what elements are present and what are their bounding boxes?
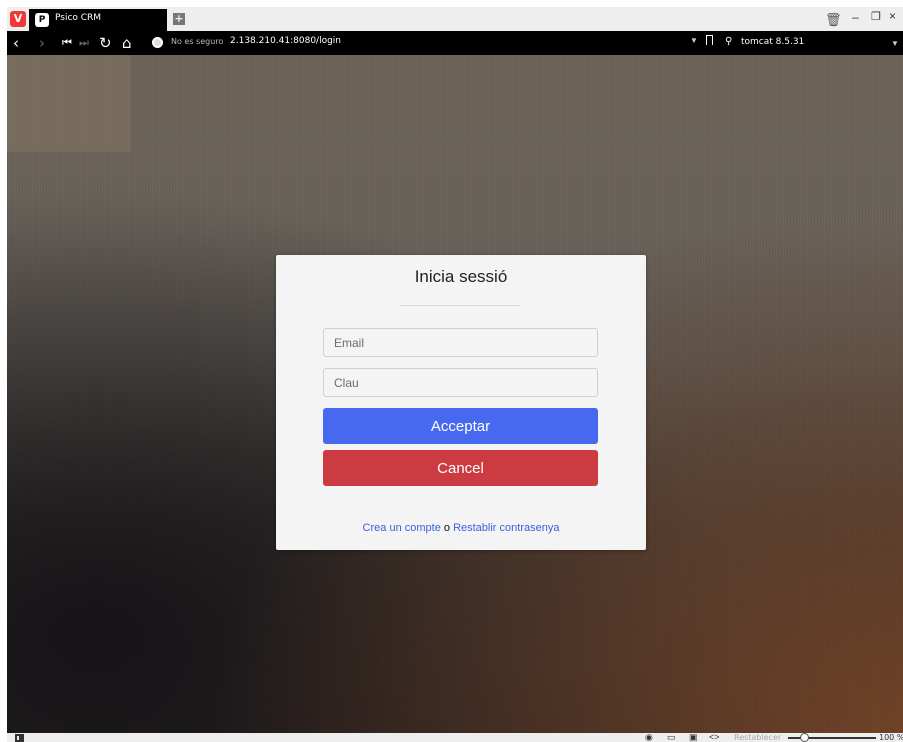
tab-bar: V P Psico CRM + 🗑 – ❐ ×	[7, 7, 903, 31]
url-text: 2.138.210.41:8080/login	[230, 36, 342, 46]
email-field[interactable]	[323, 328, 598, 357]
trash-icon[interactable]: 🗑	[825, 12, 842, 28]
tile-icon[interactable]: ▭	[667, 733, 676, 742]
zoom-reset-label[interactable]: Restablecer	[734, 733, 781, 742]
login-title: Inicia sessió	[414, 267, 508, 286]
accept-button[interactable]: Acceptar	[323, 408, 598, 444]
vivaldi-logo-icon[interactable]: V	[10, 11, 26, 27]
search-field[interactable]: ⚲ tomcat 8.5.31 ▼	[721, 34, 903, 52]
image-icon[interactable]: ▣	[689, 733, 698, 742]
globe-icon	[152, 37, 163, 48]
rewind-icon[interactable]: ⏮	[62, 33, 72, 53]
reset-password-link[interactable]: Restablir contrasenya	[453, 522, 559, 534]
address-bar: ‹ › ⏮ ⏭ ↻ ⌂ No es seguro 2.138.210.41:80…	[7, 31, 903, 55]
page-viewport: Inicia sessió Acceptar Cancel Crea un co…	[7, 55, 903, 733]
search-engine-dropdown-icon[interactable]: ▼	[891, 39, 899, 48]
reload-icon[interactable]: ↻	[99, 33, 112, 53]
title-divider	[400, 305, 520, 306]
browser-window: V P Psico CRM + 🗑 – ❐ × ‹ › ⏮ ⏭ ↻ ⌂ No e…	[7, 7, 903, 742]
fast-forward-icon[interactable]: ⏭	[79, 33, 89, 53]
login-card: Inicia sessió Acceptar Cancel Crea un co…	[276, 255, 646, 550]
status-bar: ◉ ▭ ▣ <> Restablecer 100 %	[7, 733, 903, 742]
back-icon[interactable]: ‹	[13, 33, 19, 53]
forward-icon[interactable]: ›	[39, 33, 45, 53]
search-value: tomcat 8.5.31	[741, 37, 805, 47]
panel-toggle-icon[interactable]	[15, 734, 24, 742]
or-text: o	[443, 522, 450, 534]
url-field[interactable]: No es seguro 2.138.210.41:8080/login	[147, 34, 707, 52]
close-icon[interactable]: ×	[889, 9, 896, 23]
zoom-slider-thumb[interactable]	[800, 733, 809, 742]
home-icon[interactable]: ⌂	[122, 33, 132, 53]
zoom-value: 100 %	[879, 733, 903, 742]
code-icon[interactable]: <>	[709, 733, 720, 742]
url-history-dropdown-icon[interactable]: ▼	[690, 36, 698, 45]
bookmark-icon[interactable]	[706, 35, 713, 45]
new-tab-icon[interactable]: +	[173, 13, 185, 25]
cancel-button[interactable]: Cancel	[323, 450, 598, 486]
tab-title: Psico CRM	[55, 13, 102, 23]
capture-icon[interactable]: ◉	[645, 733, 653, 742]
tab-psico-crm[interactable]: P Psico CRM	[29, 9, 167, 31]
account-links: Crea un compte o Restablir contrasenya	[276, 522, 646, 534]
security-label: No es seguro	[171, 37, 224, 46]
create-account-link[interactable]: Crea un compte	[363, 522, 441, 534]
background-patch	[7, 55, 131, 152]
search-icon: ⚲	[725, 36, 733, 47]
psico-favicon-icon: P	[35, 13, 49, 27]
password-field[interactable]	[323, 368, 598, 397]
minimize-icon[interactable]: –	[852, 10, 859, 24]
restore-icon[interactable]: ❐	[871, 10, 881, 23]
